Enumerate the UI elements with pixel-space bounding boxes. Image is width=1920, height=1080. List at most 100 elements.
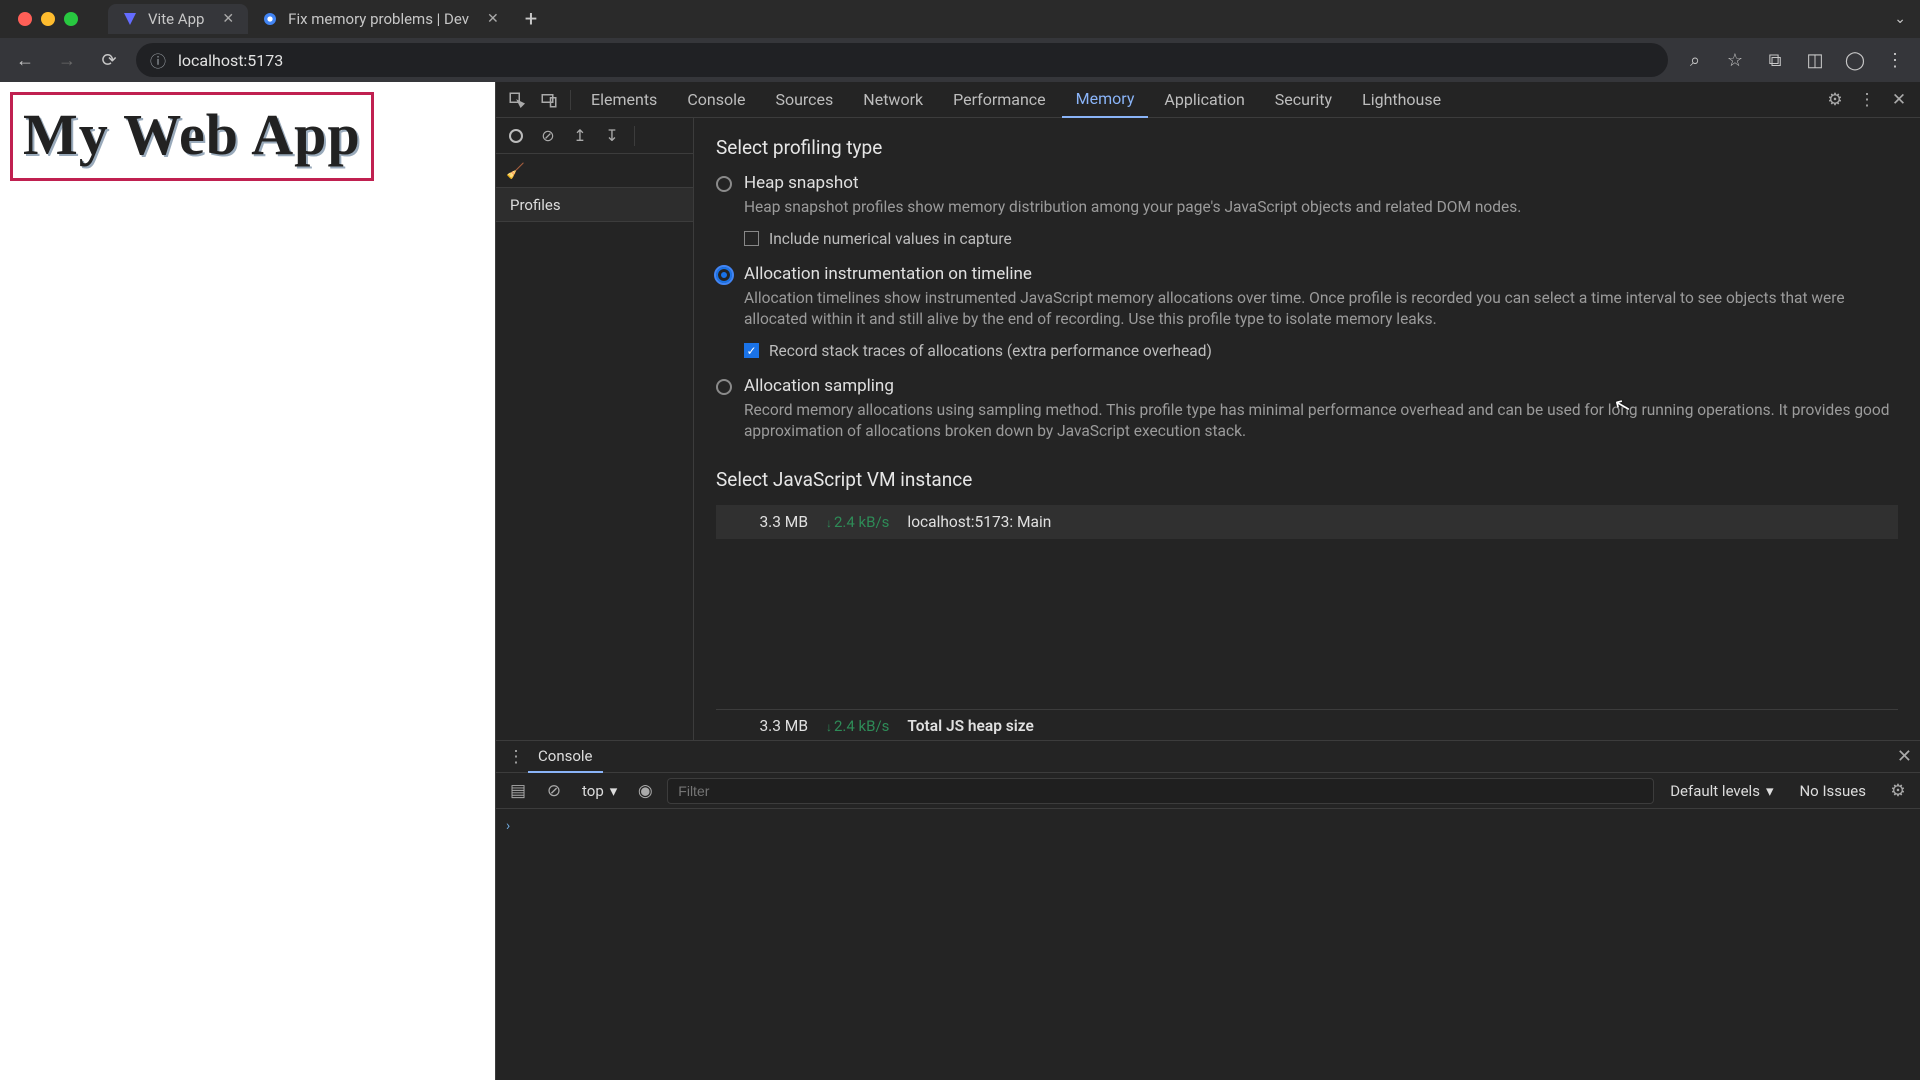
tab-close-icon[interactable]: ✕: [487, 11, 499, 27]
browser-toolbar: ← → ⟳ ⓘ localhost:5173 ⌕ ☆ ⧉ ◫ ◯ ⋮: [0, 38, 1920, 82]
levels-label: Default levels: [1670, 782, 1760, 800]
total-heap-size: 3.3 MB: [744, 717, 808, 735]
timeline-record-stack-row[interactable]: ✓ Record stack traces of allocations (ex…: [744, 342, 1898, 360]
vite-favicon-icon: [122, 11, 138, 27]
console-prompt-icon: ›: [506, 818, 510, 834]
rendered-page[interactable]: My Web App: [0, 82, 495, 1080]
tab-application[interactable]: Application: [1150, 82, 1258, 118]
radio-allocation-timeline[interactable]: [716, 267, 732, 283]
option-label: Heap snapshot: [744, 173, 1521, 193]
option-allocation-timeline[interactable]: Allocation instrumentation on timeline A…: [716, 264, 1898, 330]
vm-heap-rate: 2.4 kB/s: [826, 513, 889, 531]
forward-button[interactable]: →: [52, 45, 82, 75]
option-heap-snapshot[interactable]: Heap snapshot Heap snapshot profiles sho…: [716, 173, 1898, 218]
vm-heap-size: 3.3 MB: [744, 513, 808, 531]
memory-sidebar: ⊘ ↥ ↧ 🧹 Profiles: [496, 118, 694, 740]
memory-main: Select profiling type Heap snapshot Heap…: [694, 118, 1920, 740]
devtools-close-icon[interactable]: ✕: [1884, 85, 1914, 115]
tab-lighthouse[interactable]: Lighthouse: [1348, 82, 1455, 118]
console-clear-icon[interactable]: ⊘: [540, 777, 568, 805]
drawer-tab-console[interactable]: Console: [528, 741, 603, 773]
vm-instance-heading: Select JavaScript VM instance: [716, 468, 1898, 491]
context-label: top: [582, 782, 604, 800]
option-label: Allocation instrumentation on timeline: [744, 264, 1894, 284]
browser-tab-strip: Vite App ✕ Fix memory problems | Dev ✕ +…: [0, 0, 1920, 38]
drawer-close-icon[interactable]: ✕: [1897, 746, 1912, 767]
tab-console[interactable]: Console: [673, 82, 759, 118]
tab-overflow-chevron-icon[interactable]: ⌄: [1894, 11, 1906, 27]
tab-title: Vite App: [148, 10, 204, 28]
page-heading: My Web App: [23, 101, 361, 168]
chrome-favicon-icon: [262, 11, 278, 27]
browser-menu-icon[interactable]: ⋮: [1880, 45, 1910, 75]
tab-title: Fix memory problems | Dev: [288, 10, 469, 28]
vm-total-row: 3.3 MB 2.4 kB/s Total JS heap size: [716, 709, 1898, 740]
radio-allocation-sampling[interactable]: [716, 379, 732, 395]
sidepanel-icon[interactable]: ◫: [1800, 45, 1830, 75]
devtools-tab-bar: Elements Console Sources Network Perform…: [496, 82, 1920, 118]
console-sidebar-toggle-icon[interactable]: ▤: [504, 777, 532, 805]
memory-toolbar: ⊘ ↥ ↧: [496, 118, 693, 154]
devtools-panel: Elements Console Sources Network Perform…: [495, 82, 1920, 1080]
option-desc: Allocation timelines show instrumented J…: [744, 288, 1894, 330]
checkbox-record-stack-traces[interactable]: ✓: [744, 343, 759, 358]
device-toolbar-icon[interactable]: [534, 85, 564, 115]
console-context-select[interactable]: top ▾: [576, 782, 623, 800]
radio-heap-snapshot[interactable]: [716, 176, 732, 192]
bookmark-star-icon[interactable]: ☆: [1720, 45, 1750, 75]
tab-elements[interactable]: Elements: [577, 82, 671, 118]
heap-include-numerical-row[interactable]: Include numerical values in capture: [744, 230, 1898, 248]
devtools-more-icon[interactable]: ⋮: [1852, 85, 1882, 115]
window-close-button[interactable]: [18, 12, 32, 26]
option-allocation-sampling[interactable]: Allocation sampling Record memory alloca…: [716, 376, 1898, 442]
tab-sources[interactable]: Sources: [761, 82, 847, 118]
site-info-icon[interactable]: ⓘ: [150, 48, 166, 72]
tab-close-icon[interactable]: ✕: [222, 11, 234, 27]
back-button[interactable]: ←: [10, 45, 40, 75]
profiles-heading: Profiles: [496, 188, 693, 222]
vm-instance-row[interactable]: 3.3 MB 2.4 kB/s localhost:5173: Main: [716, 505, 1898, 539]
total-heap-label: Total JS heap size: [907, 717, 1033, 735]
content-split: My Web App Elements Console Sources Netw…: [0, 82, 1920, 1080]
checkbox-label: Record stack traces of allocations (extr…: [769, 342, 1212, 360]
tab-performance[interactable]: Performance: [939, 82, 1060, 118]
record-button[interactable]: [502, 122, 530, 150]
tab-security[interactable]: Security: [1261, 82, 1346, 118]
tab-network[interactable]: Network: [849, 82, 937, 118]
load-profile-icon[interactable]: ↥: [566, 122, 594, 150]
checkbox-label: Include numerical values in capture: [769, 230, 1012, 248]
total-heap-rate: 2.4 kB/s: [826, 717, 889, 735]
drawer-tab-bar: ⋮ Console ✕: [496, 741, 1920, 773]
memory-gc-row: 🧹: [496, 154, 693, 188]
chevron-down-icon: ▾: [1766, 782, 1774, 800]
inspect-element-icon[interactable]: [502, 85, 532, 115]
save-profile-icon[interactable]: ↧: [598, 122, 626, 150]
issues-indicator[interactable]: No Issues: [1789, 782, 1876, 800]
zoom-icon[interactable]: ⌕: [1680, 45, 1710, 75]
extensions-icon[interactable]: ⧉: [1760, 45, 1790, 75]
vm-instance-list: 3.3 MB 2.4 kB/s localhost:5173: Main 3.3…: [716, 505, 1898, 740]
console-output[interactable]: ›: [496, 809, 1920, 1080]
browser-tab[interactable]: Fix memory problems | Dev ✕: [248, 4, 513, 34]
url-text: localhost:5173: [178, 51, 283, 70]
profile-avatar-icon[interactable]: ◯: [1840, 45, 1870, 75]
address-bar[interactable]: ⓘ localhost:5173: [136, 43, 1668, 77]
chevron-down-icon: ▾: [610, 782, 618, 800]
drawer-menu-icon[interactable]: ⋮: [504, 747, 528, 767]
page-heading-box: My Web App: [10, 92, 374, 181]
console-filter-input[interactable]: [667, 778, 1654, 804]
reload-button[interactable]: ⟳: [94, 45, 124, 75]
window-minimize-button[interactable]: [41, 12, 55, 26]
console-settings-icon[interactable]: ⚙: [1884, 777, 1912, 805]
collect-garbage-icon[interactable]: 🧹: [506, 162, 525, 180]
tab-memory[interactable]: Memory: [1062, 82, 1149, 118]
profiling-type-heading: Select profiling type: [716, 136, 1898, 159]
log-levels-select[interactable]: Default levels ▾: [1662, 782, 1781, 800]
window-maximize-button[interactable]: [64, 12, 78, 26]
new-tab-button[interactable]: +: [525, 7, 537, 32]
live-expression-icon[interactable]: ◉: [631, 777, 659, 805]
devtools-settings-icon[interactable]: ⚙: [1820, 85, 1850, 115]
clear-profiles-icon[interactable]: ⊘: [534, 122, 562, 150]
browser-tab-active[interactable]: Vite App ✕: [108, 4, 248, 34]
checkbox-include-numerical[interactable]: [744, 231, 759, 246]
